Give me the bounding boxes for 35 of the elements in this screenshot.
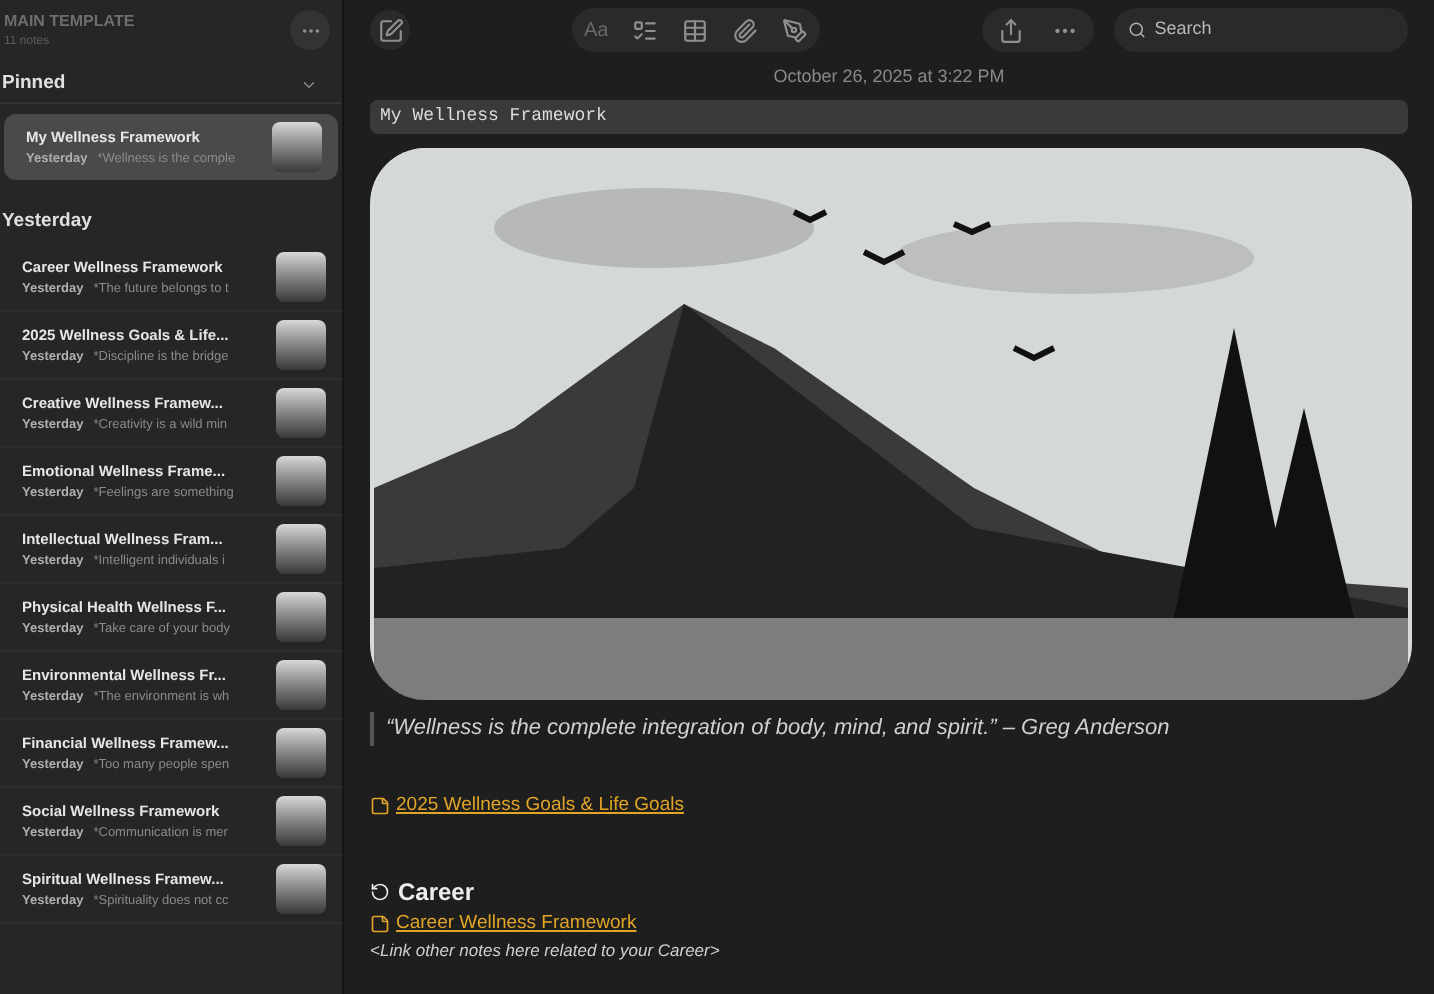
thumbnail-placeholder xyxy=(276,592,326,642)
search-input[interactable]: Search xyxy=(1154,16,1394,44)
placeholder-text: <Link other notes here related to your Career> xyxy=(370,938,722,964)
folder-title: MAIN TEMPLATE xyxy=(4,10,135,34)
compose-icon xyxy=(377,17,403,43)
thumbnail-placeholder xyxy=(272,122,322,172)
thumbnail-placeholder xyxy=(276,660,326,710)
block-quote: “Wellness is the complete integration of body, mind, and spirit.” – Greg Anderson xyxy=(370,712,1408,745)
thumbnail-placeholder xyxy=(276,524,326,574)
thumbnail-placeholder xyxy=(276,456,326,506)
note-link-icon xyxy=(370,913,390,934)
share-icon[interactable] xyxy=(998,17,1025,43)
chevron-icon[interactable] xyxy=(300,76,318,94)
compose-button[interactable] xyxy=(370,10,410,50)
note-link[interactable]: 2025 Wellness Goals & Life Goals xyxy=(396,791,684,820)
thumbnail-placeholder xyxy=(276,320,326,370)
thumbnail-placeholder xyxy=(276,728,326,778)
search-field[interactable]: Search xyxy=(1114,8,1408,52)
paperclip-icon[interactable] xyxy=(732,17,759,43)
section-heading: Career xyxy=(398,875,475,910)
note-timestamp: October 26, 2025 at 3:22 PM xyxy=(771,64,1007,90)
search-icon xyxy=(1128,20,1147,40)
note-link[interactable]: Career Wellness Framework xyxy=(396,909,637,938)
section-header: Pinned xyxy=(2,70,66,99)
table-icon[interactable] xyxy=(682,17,709,43)
markup-icon[interactable] xyxy=(782,17,809,43)
history-icon xyxy=(370,881,390,902)
note-title: My Wellness Framework xyxy=(370,99,1408,134)
thumbnail-placeholder xyxy=(276,388,326,438)
thumbnail-placeholder xyxy=(276,796,326,846)
thumbnail-placeholder xyxy=(276,252,326,302)
checklist-icon[interactable] xyxy=(632,17,659,43)
note-link-icon xyxy=(370,795,390,816)
section-header: Yesterday xyxy=(2,207,92,236)
thumbnail-placeholder xyxy=(276,864,326,914)
